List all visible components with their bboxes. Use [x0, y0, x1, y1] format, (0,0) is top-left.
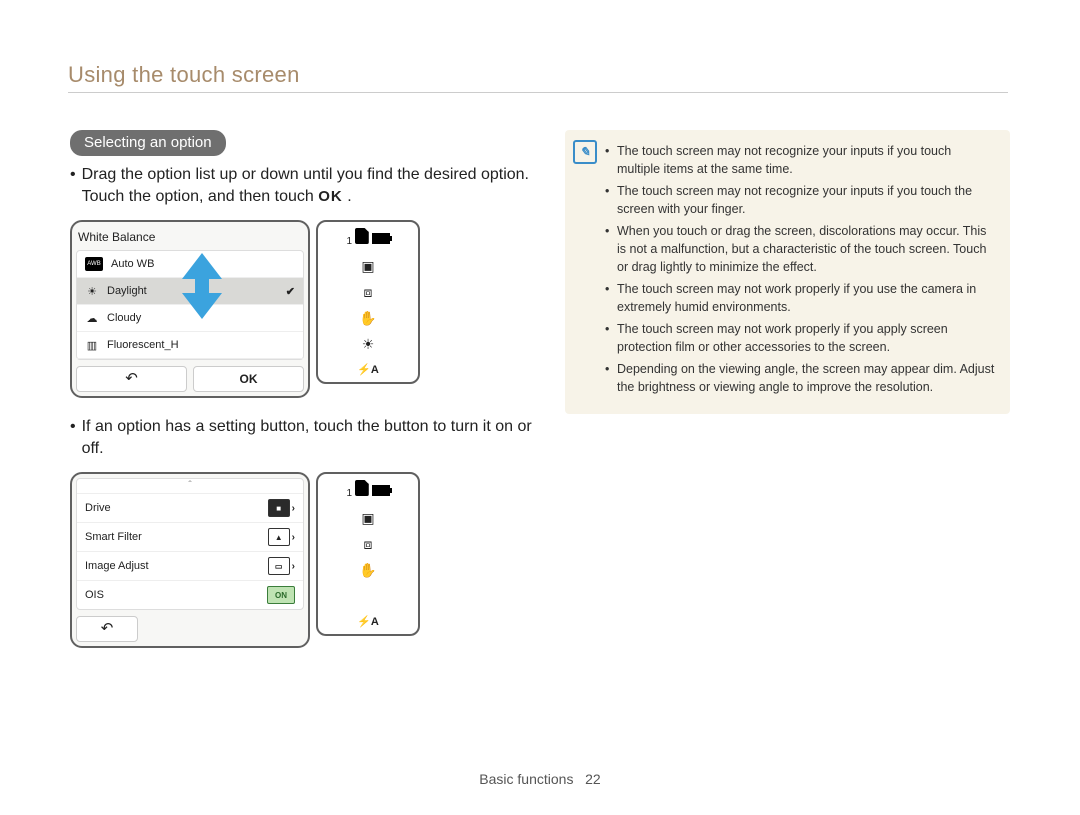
- settings-list[interactable]: ˆ Drive ■ › Smart Filter ▲ › Imag: [76, 478, 304, 610]
- wb-label-0: Auto WB: [111, 258, 154, 270]
- figure-white-balance: White Balance AWB Auto WB ☀ Daylight ✔ ☁…: [70, 220, 540, 398]
- page-title: Using the touch screen: [68, 62, 300, 88]
- note-item: The touch screen may not recognize your …: [605, 142, 996, 178]
- note-list: The touch screen may not recognize your …: [605, 142, 996, 396]
- brightness-icon: ☀: [362, 337, 375, 351]
- face-box-icon: ⧈: [364, 285, 373, 299]
- wb-title: White Balance: [76, 226, 304, 250]
- row-image-adjust[interactable]: Image Adjust ▭ ›: [77, 552, 303, 581]
- paragraph-2: • If an option has a setting button, tou…: [70, 416, 540, 460]
- back-button-2[interactable]: [76, 616, 138, 642]
- scroll-up-caret[interactable]: ˆ: [77, 479, 303, 494]
- status-top-2: 1: [346, 480, 389, 499]
- battery-icon: [372, 233, 390, 244]
- adjust-icon: ▭: [268, 557, 290, 575]
- camera-screen-1: White Balance AWB Auto WB ☀ Daylight ✔ ☁…: [70, 220, 310, 398]
- chevron-right-icon: ›: [292, 532, 295, 543]
- camera-screen-2: ˆ Drive ■ › Smart Filter ▲ › Imag: [70, 472, 310, 648]
- left-column: Selecting an option • Drag the option li…: [70, 130, 540, 666]
- wb-label-3: Fluorescent_H: [107, 339, 179, 351]
- row-smart-filter-label: Smart Filter: [85, 531, 142, 543]
- single-shot-icon: ■: [268, 499, 290, 517]
- row-ois-label: OIS: [85, 589, 104, 601]
- wb-label-2: Cloudy: [107, 312, 141, 324]
- fluorescent-icon: ▥: [85, 339, 99, 351]
- para1-text-b: .: [347, 188, 351, 205]
- note-icon: ✎: [573, 140, 597, 164]
- title-rule: [68, 92, 1008, 93]
- focus-box-icon: ▣: [361, 259, 374, 273]
- wb-item-fluorescent[interactable]: ▥ Fluorescent_H: [77, 332, 303, 359]
- normal-filter-icon: ▲: [268, 528, 290, 546]
- flash-auto-icon: ⚡A: [357, 363, 379, 376]
- figure-settings: ˆ Drive ■ › Smart Filter ▲ › Imag: [70, 472, 540, 648]
- check-icon: ✔: [286, 285, 295, 298]
- status-sidebar-1: 1 ▣ ⧈ ✋ ☀ ⚡A: [316, 220, 420, 384]
- para2-text: If an option has a setting button, touch…: [82, 416, 540, 460]
- row-image-adjust-label: Image Adjust: [85, 560, 149, 572]
- footer-page: 22: [585, 771, 601, 787]
- chevron-right-icon: ›: [292, 561, 295, 572]
- status-sidebar-2: 1 ▣ ⧈ ✋ · ⚡A: [316, 472, 420, 636]
- hand-icon: ✋: [359, 311, 376, 325]
- ok-button[interactable]: OK: [193, 366, 304, 392]
- paragraph-1: • Drag the option list up or down until …: [70, 164, 540, 208]
- wb-buttons: OK: [76, 366, 304, 392]
- wb-list[interactable]: AWB Auto WB ☀ Daylight ✔ ☁ Cloudy ▥ Fluo…: [76, 250, 304, 360]
- footer-section: Basic functions: [479, 771, 573, 787]
- sd-icon-2: [355, 480, 369, 496]
- right-column: ✎ The touch screen may not recognize you…: [565, 130, 1010, 414]
- bullet-dot-2: •: [70, 416, 76, 460]
- row-drive-label: Drive: [85, 502, 111, 514]
- drag-arrow-up-icon: [182, 253, 222, 279]
- face-box-icon-2: ⧈: [364, 537, 373, 551]
- note-item: Depending on the viewing angle, the scre…: [605, 360, 996, 396]
- drag-arrow-down-icon: [182, 293, 222, 319]
- status-top: 1: [346, 228, 389, 247]
- ois-toggle[interactable]: ON: [267, 586, 295, 604]
- hand-icon-2: ✋: [359, 563, 376, 577]
- flash-auto-icon-2: ⚡A: [357, 615, 379, 628]
- chevron-right-icon: ›: [292, 503, 295, 514]
- awb-icon: AWB: [85, 257, 103, 271]
- sd-icon: [355, 228, 369, 244]
- row-drive[interactable]: Drive ■ ›: [77, 494, 303, 523]
- wb-label-1: Daylight: [107, 285, 147, 297]
- status-count-2: 1: [346, 488, 352, 499]
- note-item: The touch screen may not recognize your …: [605, 182, 996, 218]
- para1-text-a: Drag the option list up or down until yo…: [82, 166, 529, 205]
- bullet-dot: •: [70, 164, 76, 208]
- status-count: 1: [346, 236, 352, 247]
- ok-glyph-inline: OK: [318, 188, 343, 205]
- cloud-icon: ☁: [85, 312, 99, 324]
- note-item: The touch screen may not work properly i…: [605, 320, 996, 356]
- back-button[interactable]: [76, 366, 187, 392]
- page-footer: Basic functions 22: [0, 771, 1080, 787]
- note-box: ✎ The touch screen may not recognize you…: [565, 130, 1010, 414]
- note-item: When you touch or drag the screen, disco…: [605, 222, 996, 276]
- sun-icon: ☀: [85, 285, 99, 297]
- note-item: The touch screen may not work properly i…: [605, 280, 996, 316]
- section-heading: Selecting an option: [70, 130, 226, 156]
- battery-icon-2: [372, 485, 390, 496]
- focus-box-icon-2: ▣: [361, 511, 374, 525]
- row-smart-filter[interactable]: Smart Filter ▲ ›: [77, 523, 303, 552]
- row-ois[interactable]: OIS ON: [77, 581, 303, 609]
